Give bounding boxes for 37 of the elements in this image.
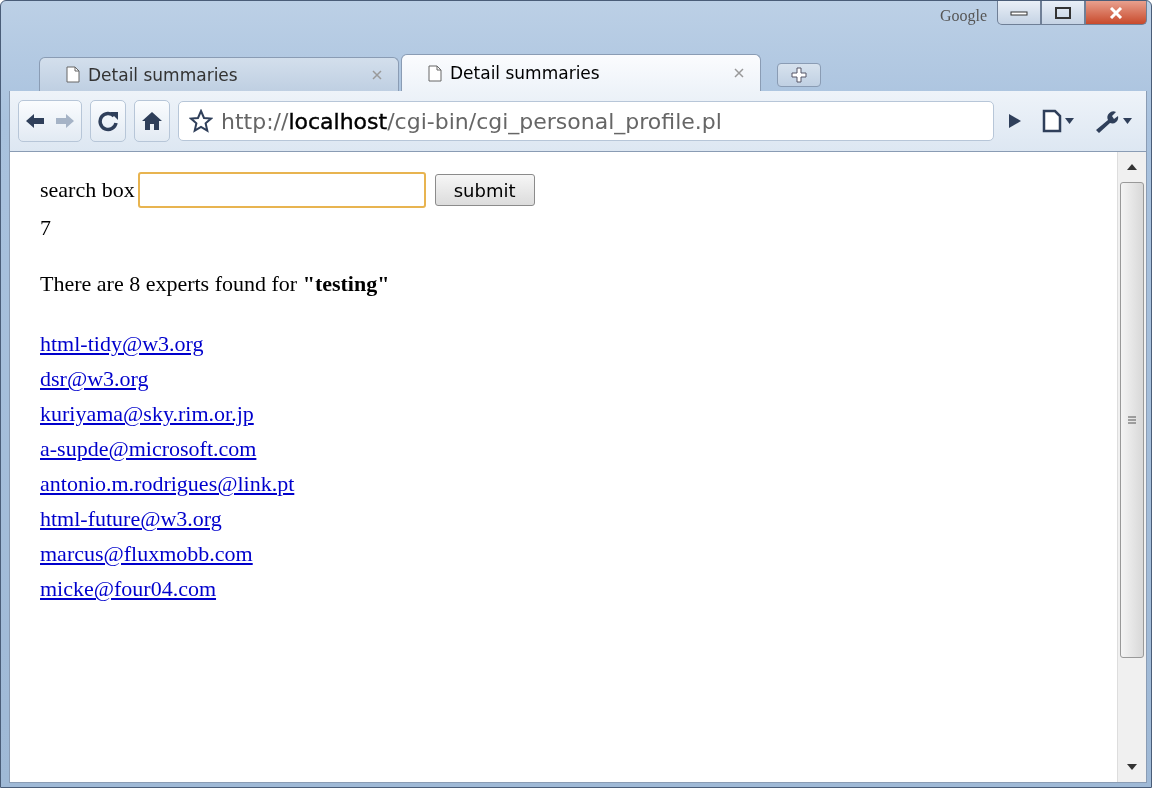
search-field[interactable] (137, 172, 426, 208)
email-link[interactable]: antonio.m.rodrigues@link.pt (40, 466, 295, 501)
scrollbar-thumb[interactable] (1120, 182, 1144, 658)
email-link[interactable]: marcus@fluxmobb.com (40, 536, 253, 571)
browser-tab[interactable]: Detail summaries (39, 57, 399, 91)
page-icon (428, 64, 442, 82)
address-bar[interactable]: http://localhost/cgi-bin/cgi_personal_profile.pl (178, 101, 994, 141)
reload-icon[interactable] (97, 110, 119, 132)
maximize-button[interactable] (1041, 1, 1085, 25)
close-icon (1109, 6, 1123, 19)
email-link[interactable]: kuriyama@sky.rim.or.jp (40, 396, 254, 431)
scrollbar[interactable] (1117, 152, 1146, 782)
go-icon[interactable] (1008, 113, 1022, 129)
page-icon (66, 66, 80, 83)
email-link[interactable]: micke@four04.com (40, 571, 217, 606)
result-count: 7 (40, 214, 52, 242)
brand-label: Google (939, 7, 987, 25)
plus-icon (791, 67, 807, 83)
email-link[interactable]: html-future@w3.org (40, 501, 222, 536)
close-button[interactable] (1085, 1, 1147, 25)
results-summary: There are 8 experts found for "testing" (40, 270, 391, 298)
email-link[interactable]: html-tidy@w3.org (40, 326, 204, 361)
maximize-icon (1055, 6, 1071, 19)
browser-tab[interactable]: Detail summaries (401, 54, 761, 91)
search-label: search box (40, 177, 135, 203)
scroll-up-icon[interactable] (1127, 164, 1137, 170)
email-link[interactable]: dsr@w3.org (40, 361, 149, 396)
star-icon[interactable] (189, 109, 213, 133)
url-text: http://localhost/cgi-bin/cgi_personal_profile.pl (221, 108, 723, 134)
back-icon[interactable] (25, 112, 45, 130)
new-tab-button[interactable] (777, 63, 821, 87)
home-icon[interactable] (141, 111, 163, 131)
close-tab-icon[interactable] (734, 68, 744, 78)
scroll-down-icon[interactable] (1127, 764, 1137, 770)
submit-button[interactable]: submit (434, 174, 535, 206)
minimize-icon (1010, 8, 1028, 17)
email-link[interactable]: a-supde@microsoft.com (40, 431, 257, 466)
